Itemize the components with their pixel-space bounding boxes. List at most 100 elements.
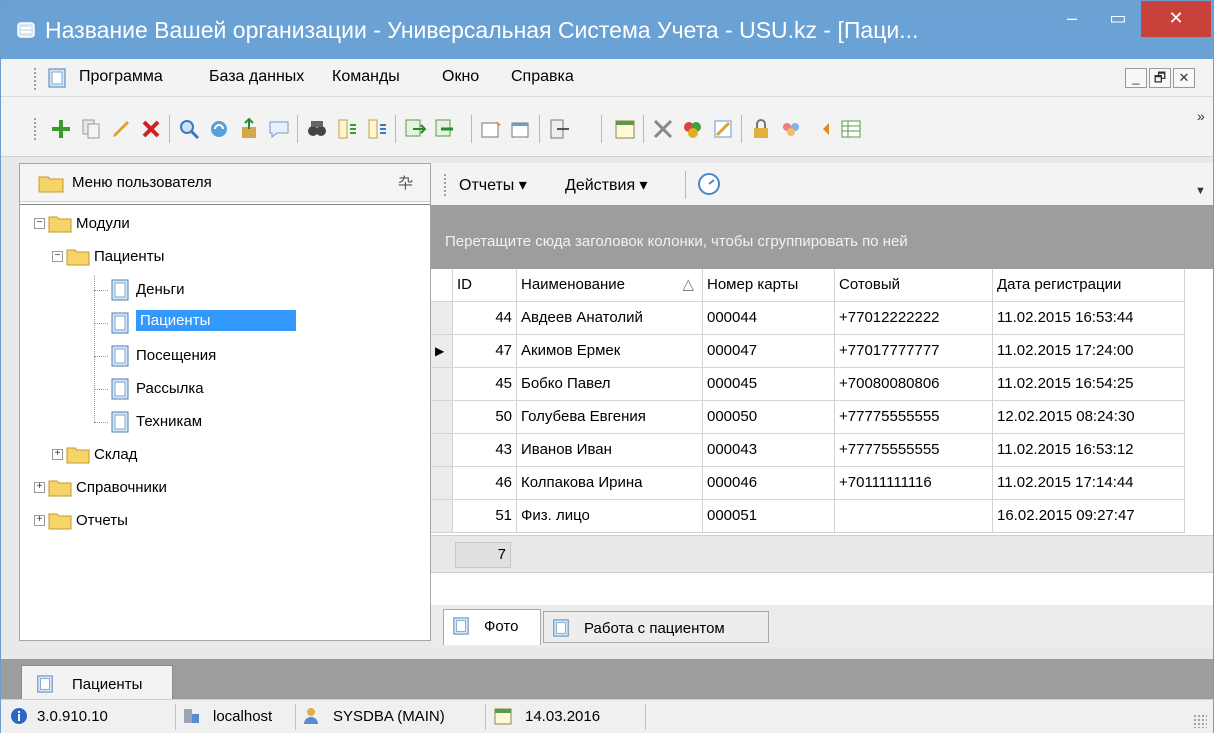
tree-node[interactable]: Пациенты (20, 308, 420, 338)
row-indicator[interactable] (431, 467, 453, 500)
group-by-area[interactable]: Перетащите сюда заголовок колонки, чтобы… (431, 205, 1213, 269)
table-cell[interactable]: +77017777777 (835, 335, 993, 368)
exit-icon[interactable] (547, 117, 571, 141)
row-indicator[interactable] (431, 500, 453, 533)
table-cell[interactable]: Физ. лицо (517, 500, 703, 533)
resize-grip[interactable] (1193, 714, 1207, 728)
menu-window[interactable]: Окно (442, 68, 479, 86)
tree-node[interactable]: + Отчеты (20, 506, 420, 536)
menu-program[interactable]: Программа (79, 68, 163, 86)
menu-commands[interactable]: Команды (332, 68, 400, 86)
table-cell[interactable]: 50 (453, 401, 517, 434)
refresh-icon[interactable] (207, 117, 231, 141)
table-cell[interactable]: +77775555555 (835, 434, 993, 467)
new-window-icon[interactable] (479, 117, 503, 141)
toolbar-grip[interactable] (33, 117, 37, 141)
edit-icon[interactable] (109, 117, 133, 141)
minimize-button[interactable]: – (1049, 1, 1095, 37)
table-cell[interactable]: Иванов Иван (517, 434, 703, 467)
table-cell[interactable]: 16.02.2015 09:27:47 (993, 500, 1185, 533)
title-bar[interactable]: Название Вашей организации - Универсальн… (1, 1, 1213, 59)
sort-asc-icon[interactable] (335, 117, 359, 141)
table-icon[interactable] (839, 117, 863, 141)
row-indicator[interactable] (431, 434, 453, 467)
table-cell[interactable]: 000050 (703, 401, 835, 434)
table-cell[interactable]: Голубева Евгения (517, 401, 703, 434)
table-cell[interactable]: 51 (453, 500, 517, 533)
table-cell[interactable]: 11.02.2015 16:53:12 (993, 434, 1185, 467)
users-icon[interactable] (779, 117, 803, 141)
expand-icon[interactable]: + (34, 482, 45, 493)
table-cell[interactable]: 000046 (703, 467, 835, 500)
menubar-grip[interactable] (33, 67, 37, 91)
table-cell[interactable]: 11.02.2015 16:53:44 (993, 302, 1185, 335)
search-icon[interactable] (177, 117, 201, 141)
table-cell[interactable]: 000047 (703, 335, 835, 368)
tree-node[interactable]: Деньги (20, 275, 420, 305)
sort-desc-icon[interactable] (365, 117, 389, 141)
row-indicator[interactable] (431, 401, 453, 434)
expand-icon[interactable]: + (34, 515, 45, 526)
table-cell[interactable]: Акимов Ермек (517, 335, 703, 368)
row-indicator[interactable]: ▶ (431, 335, 453, 368)
reports-dropdown[interactable]: Отчеты ▾ (459, 175, 527, 195)
row-indicator[interactable] (431, 368, 453, 401)
mdi-minimize-button[interactable]: _ (1125, 68, 1147, 88)
table-cell[interactable]: +77775555555 (835, 401, 993, 434)
actions-dropdown[interactable]: Действия ▾ (565, 175, 648, 195)
tab-patient-work[interactable]: Работа с пациентом (543, 611, 769, 643)
column-header[interactable]: Номер карты (703, 269, 835, 302)
tree-node[interactable]: Посещения (20, 341, 420, 371)
calendar-icon[interactable] (613, 117, 637, 141)
import-icon[interactable] (403, 117, 427, 141)
table-cell[interactable]: +70080080806 (835, 368, 993, 401)
table-cell[interactable]: 000043 (703, 434, 835, 467)
content-toolbar-grip[interactable] (443, 173, 447, 197)
paint-icon[interactable] (681, 117, 705, 141)
notes-icon[interactable] (711, 117, 735, 141)
table-cell[interactable]: +77012222222 (835, 302, 993, 335)
mdi-close-button[interactable]: ✕ (1173, 68, 1195, 88)
filter-icon[interactable] (305, 117, 329, 141)
menu-database[interactable]: База данных (209, 68, 304, 86)
column-header[interactable]: Дата регистрации (993, 269, 1185, 302)
column-header[interactable]: Сотовый (835, 269, 993, 302)
window-icon[interactable] (509, 117, 533, 141)
menu-help[interactable]: Справка (511, 68, 574, 86)
table-cell[interactable]: 12.02.2015 08:24:30 (993, 401, 1185, 434)
plugin-icon[interactable] (809, 117, 833, 141)
table-cell[interactable]: Колпакова Ирина (517, 467, 703, 500)
table-cell[interactable] (835, 500, 993, 533)
document-tab-patients[interactable]: Пациенты (21, 665, 173, 699)
tools-icon[interactable] (651, 117, 675, 141)
export-icon[interactable] (237, 117, 261, 141)
maximize-button[interactable]: ▭ (1095, 1, 1141, 37)
comment-icon[interactable] (267, 117, 291, 141)
tree-node[interactable]: Рассылка (20, 374, 420, 404)
pin-icon[interactable]: 卆 (398, 172, 413, 193)
table-cell[interactable]: 000044 (703, 302, 835, 335)
import-arrow-icon[interactable] (433, 117, 457, 141)
lock-icon[interactable] (749, 117, 773, 141)
table-cell[interactable]: Бобко Павел (517, 368, 703, 401)
table-cell[interactable]: 46 (453, 467, 517, 500)
copy-icon[interactable] (79, 117, 103, 141)
tree-node[interactable]: + Склад (20, 440, 420, 470)
delete-icon[interactable] (139, 117, 163, 141)
mdi-restore-button[interactable]: 🗗 (1149, 68, 1171, 88)
table-cell[interactable]: 000051 (703, 500, 835, 533)
table-cell[interactable]: 11.02.2015 16:54:25 (993, 368, 1185, 401)
column-header[interactable]: Наименование △ (517, 269, 703, 302)
tab-photo[interactable]: Фото (443, 609, 541, 645)
close-button[interactable]: ✕ (1141, 1, 1211, 37)
clock-icon[interactable] (697, 172, 721, 196)
toolbar-overflow-button[interactable]: » (1197, 109, 1205, 123)
add-icon[interactable] (49, 117, 73, 141)
table-cell[interactable]: 11.02.2015 17:14:44 (993, 467, 1185, 500)
tree-node[interactable]: − Модули (20, 209, 420, 239)
column-header[interactable]: ID (453, 269, 517, 302)
table-cell[interactable]: +70111111116 (835, 467, 993, 500)
table-cell[interactable]: 47 (453, 335, 517, 368)
collapse-icon[interactable]: − (34, 218, 45, 229)
content-toolbar-dropdown-icon[interactable]: ▼ (1195, 185, 1206, 197)
